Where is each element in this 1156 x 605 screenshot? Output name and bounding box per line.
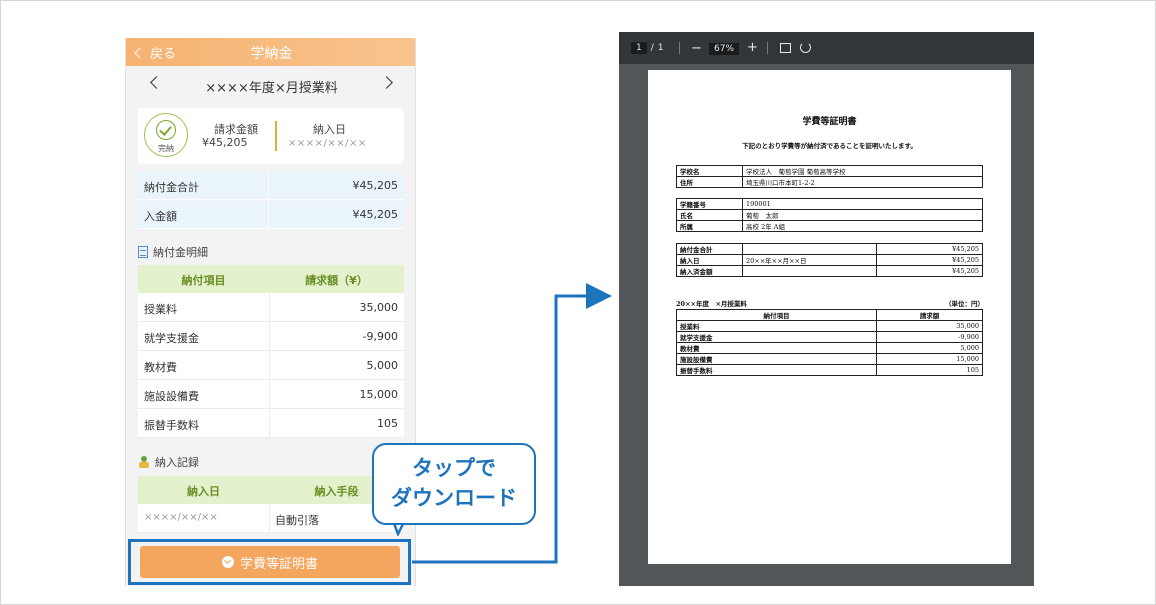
cell: -9,900 <box>876 331 983 343</box>
callout-line-1: タップで <box>412 456 496 480</box>
page-indicator: 1 / 1 <box>631 42 664 54</box>
cell: 納入日 <box>676 254 743 266</box>
cell: 学校法人 葡萄学園 葡萄高等学校 <box>742 165 983 177</box>
pdf-toolbar: 1 / 1 − 67% + <box>619 32 1034 64</box>
cell: 所属 <box>676 220 743 232</box>
cell: 施設設備費 <box>676 353 877 365</box>
detail-caption: 20××年度 ×月授業料 <box>676 300 747 308</box>
rotate-icon[interactable] <box>800 42 811 53</box>
callout-line-2: ダウンロード <box>391 486 517 510</box>
cell: 20××年××月××日 <box>742 254 877 266</box>
school-table: 学校名 学校法人 葡萄学園 葡萄高等学校 住所 埼玉県川口市本町1-2-2 <box>676 165 983 188</box>
payment-table: 納付金合計 ¥45,205 納入日 20××年××月××日 ¥45,205 納入済金額… <box>676 243 983 277</box>
detail-table: 納付項目 請求額 授業料 35,000 就学支援金 -9,900 教材費 5,000 施… <box>676 309 983 376</box>
zoom-level[interactable]: 67% <box>709 43 740 55</box>
cell: 学籍番号 <box>676 198 743 210</box>
cell: 埼玉県川口市本町1-2-2 <box>742 176 983 188</box>
cell <box>742 243 877 255</box>
cell: 氏名 <box>676 209 743 221</box>
cell: 105 <box>876 364 983 376</box>
page-current-input[interactable]: 1 <box>631 42 647 54</box>
cell: ¥45,205 <box>876 254 983 266</box>
cell: 葡萄 太郎 <box>742 209 983 221</box>
page-total: 1 <box>657 43 664 53</box>
cell: 請求額 <box>876 309 983 321</box>
cell: ¥45,205 <box>876 243 983 255</box>
student-table: 学籍番号 190001 氏名 葡萄 太郎 所属 高校 2年 A組 <box>676 198 983 232</box>
cell: 高校 2年 A組 <box>742 220 983 232</box>
cell: 納入済金額 <box>676 265 743 277</box>
cell: 納付金合計 <box>676 243 743 255</box>
cell: 納付項目 <box>676 309 877 321</box>
certificate-title: 学費等証明書 <box>802 117 857 127</box>
zoom-in-button[interactable]: + <box>747 40 758 55</box>
cell <box>742 265 877 277</box>
cell: 教材費 <box>676 342 877 354</box>
cell: 授業料 <box>676 320 877 332</box>
cell: 35,000 <box>876 320 983 332</box>
cell: 就学支援金 <box>676 331 877 343</box>
callout-bubble: タップで ダウンロード <box>372 443 536 525</box>
pdf-viewer: 1 / 1 − 67% + 学費等証明書 下記のとおり学費等が納付済であることを… <box>619 32 1034 586</box>
cell: 190001 <box>742 198 983 210</box>
fit-page-icon[interactable] <box>780 43 791 53</box>
detail-unit: （単位：円） <box>945 300 984 308</box>
cell: 5,000 <box>876 342 983 354</box>
toolbar-divider <box>767 42 768 54</box>
cell: ¥45,205 <box>876 265 983 277</box>
cell: 学校名 <box>676 165 743 177</box>
cell: 15,000 <box>876 353 983 365</box>
zoom-out-button[interactable]: − <box>691 41 702 56</box>
page-separator: / <box>650 43 654 53</box>
cell: 振替手数料 <box>676 364 877 376</box>
certificate-subtitle: 下記のとおり学費等が納付済であることを証明いたします。 <box>742 142 917 150</box>
pdf-page: 学費等証明書 下記のとおり学費等が納付済であることを証明いたします。 学校名 学校… <box>648 70 1011 564</box>
toolbar-divider <box>679 42 680 54</box>
cell: 住所 <box>676 176 743 188</box>
